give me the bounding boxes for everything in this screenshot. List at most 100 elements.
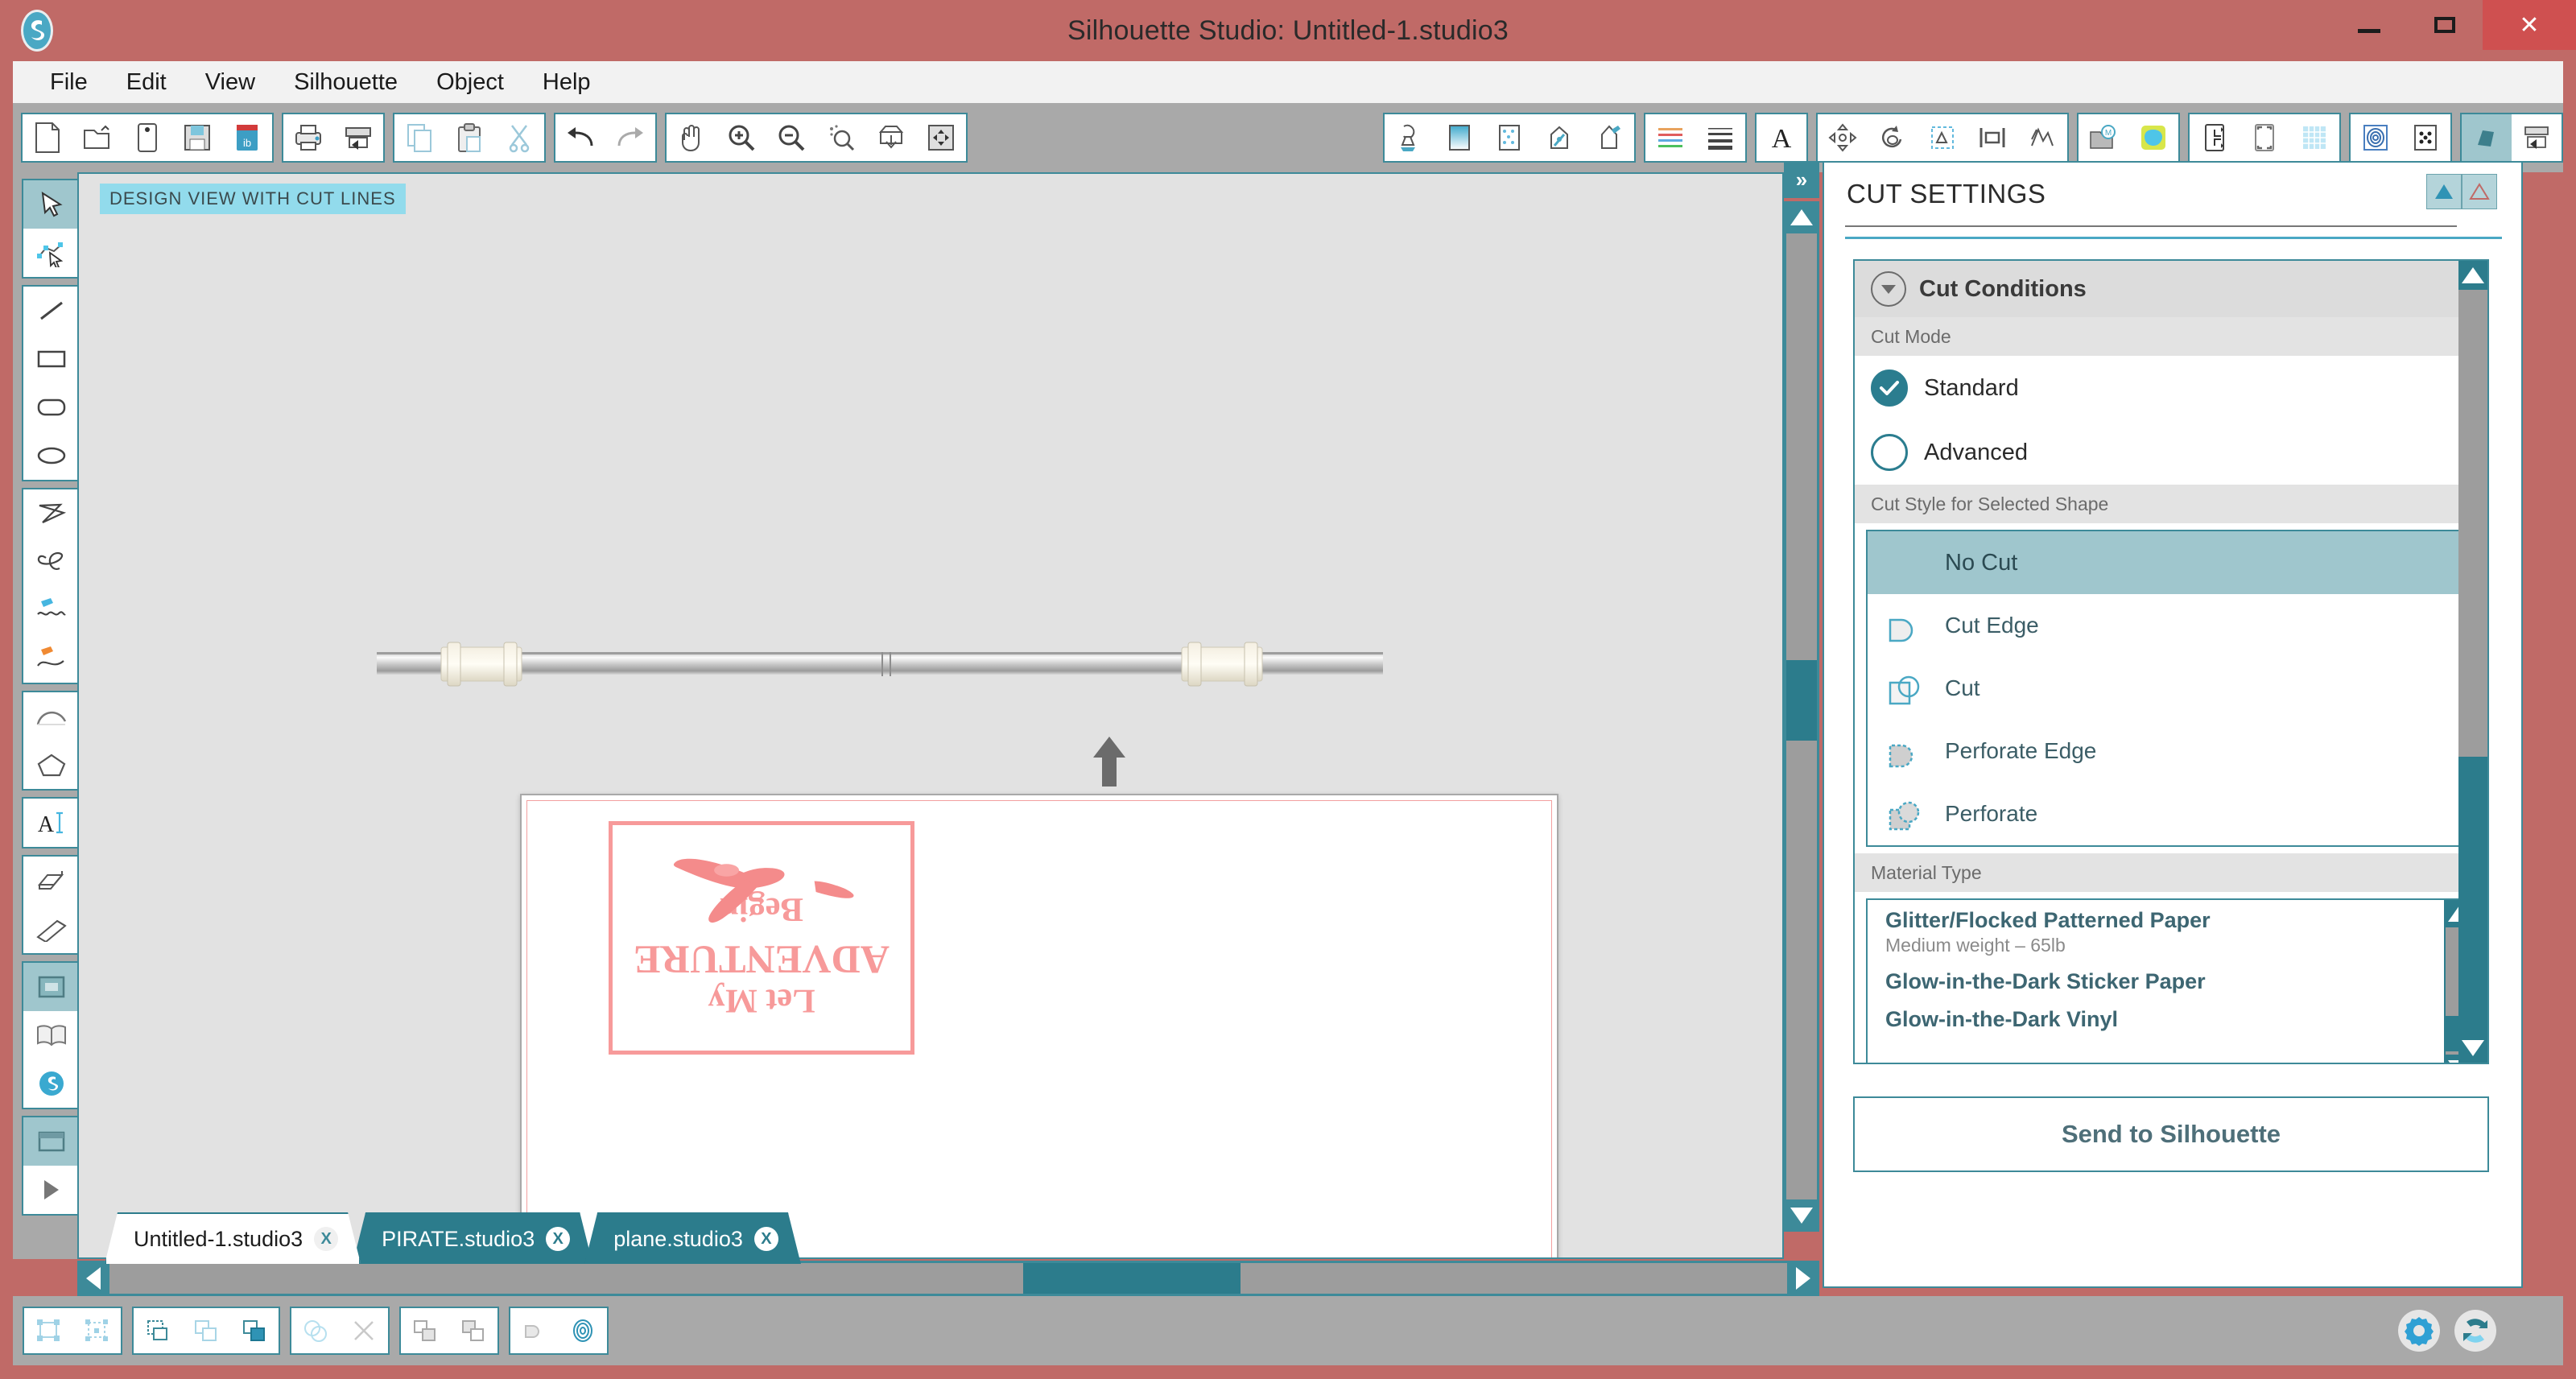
cut-style-cut[interactable]: Cut (1868, 657, 2475, 720)
new-document-icon[interactable] (23, 114, 72, 161)
group-icon[interactable] (24, 1308, 72, 1353)
paste-icon[interactable] (444, 114, 494, 161)
panel-scroll-down-button[interactable] (2458, 1034, 2487, 1063)
settings-gear-icon[interactable] (2396, 1307, 2442, 1354)
internal-offset-icon[interactable] (559, 1308, 607, 1353)
scroll-down-button[interactable] (1784, 1199, 1819, 1232)
menu-object[interactable]: Object (417, 69, 523, 96)
move-icon[interactable] (1818, 114, 1868, 161)
weld-icon[interactable] (291, 1308, 340, 1353)
cut-style-perforate[interactable]: Perforate (1868, 782, 2475, 845)
cut-mode-standard[interactable]: Standard (1855, 356, 2487, 420)
registration-marks-icon[interactable] (2240, 114, 2289, 161)
copy-icon[interactable] (394, 114, 444, 161)
scale-icon[interactable] (1918, 114, 1967, 161)
cutting-mat-page[interactable]: Let My ADVENTURE Begin (520, 794, 1558, 1257)
canvas-vertical-scrollbar[interactable] (1784, 201, 1819, 1232)
print-icon[interactable] (283, 114, 333, 161)
material-item[interactable]: Glow-in-the-Dark Sticker Paper (1868, 961, 2475, 999)
material-type-list[interactable]: Glitter/Flocked Patterned Paper Medium w… (1866, 898, 2476, 1063)
text-tool-icon[interactable]: A (23, 799, 80, 847)
rectangle-tool-icon[interactable] (23, 335, 80, 383)
trace-icon[interactable] (2401, 114, 2450, 161)
zoom-selection-icon[interactable] (816, 114, 866, 161)
canvas-horizontal-scrollbar[interactable] (77, 1261, 1819, 1296)
material-item[interactable]: Glow-in-the-Dark Vinyl (1868, 999, 2475, 1037)
pattern-fill-icon[interactable] (1484, 114, 1534, 161)
send-panel-icon[interactable] (23, 1117, 80, 1166)
grid-icon[interactable] (2289, 114, 2339, 161)
detach-icon[interactable] (340, 1308, 388, 1353)
arc-tool-icon[interactable] (23, 692, 80, 741)
horizontal-scroll-thumb[interactable] (1023, 1263, 1241, 1294)
line-thickness-icon[interactable] (1695, 114, 1745, 161)
select-arrow-icon[interactable] (23, 180, 80, 229)
caret-down-icon[interactable] (1871, 271, 1906, 307)
save-floppy-icon[interactable] (172, 114, 222, 161)
fill-color-icon[interactable] (1385, 114, 1435, 161)
align-icon[interactable] (1967, 114, 2017, 161)
store-globe-icon[interactable] (23, 1059, 80, 1108)
document-tab-untitled[interactable]: Untitled-1.studio3 X (105, 1212, 361, 1264)
menu-edit[interactable]: Edit (107, 69, 186, 96)
make-compound-path-icon[interactable] (134, 1308, 182, 1353)
document-tab-pirate[interactable]: PIRATE.studio3 X (353, 1212, 592, 1264)
document-tab-plane[interactable]: plane.studio3 X (584, 1212, 801, 1264)
menu-help[interactable]: Help (523, 69, 610, 96)
horizontal-scroll-track[interactable] (109, 1263, 1787, 1294)
cut-style-perforate-edge[interactable]: Perforate Edge (1868, 720, 2475, 782)
replicate-icon[interactable] (2017, 114, 2067, 161)
redo-arrow-icon[interactable] (605, 114, 655, 161)
cut-settings-icon[interactable] (2512, 114, 2562, 161)
ellipse-tool-icon[interactable] (23, 431, 80, 480)
maximize-button[interactable] (2407, 0, 2483, 50)
expand-panel-button[interactable]: » (1784, 161, 1819, 198)
zoom-out-icon[interactable] (766, 114, 816, 161)
cut-style-no-cut[interactable]: No Cut (1868, 531, 2475, 594)
send-arrow-icon[interactable] (23, 1166, 80, 1214)
save-to-library-icon[interactable]: ib (222, 114, 272, 161)
close-button[interactable]: ✕ (2483, 0, 2576, 50)
menu-file[interactable]: File (31, 69, 107, 96)
library-book-icon[interactable] (23, 1011, 80, 1059)
line-tool-icon[interactable] (23, 287, 80, 335)
page-setup-icon[interactable] (2190, 114, 2240, 161)
material-item[interactable]: Glitter/Flocked Patterned Paper Medium w… (1868, 900, 2475, 961)
send-to-back-icon[interactable] (230, 1308, 279, 1353)
draw-smooth-icon[interactable] (23, 634, 80, 683)
selected-design-shape[interactable]: Let My ADVENTURE Begin (609, 821, 914, 1055)
vertical-scroll-thumb[interactable] (1786, 660, 1817, 741)
panel-scroll-up-button[interactable] (2458, 261, 2487, 290)
draw-freehand-icon[interactable] (23, 586, 80, 634)
gradient-fill-icon[interactable] (1435, 114, 1484, 161)
design-canvas[interactable]: DESIGN VIEW WITH CUT LINES Let My ADVENT… (77, 172, 1784, 1259)
scroll-left-button[interactable] (77, 1261, 109, 1296)
document-tab-close-icon[interactable]: X (754, 1227, 778, 1251)
minimize-button[interactable] (2331, 0, 2407, 50)
scroll-right-button[interactable] (1787, 1261, 1819, 1296)
knife-tool-icon[interactable] (23, 905, 80, 953)
rounded-rectangle-tool-icon[interactable] (23, 383, 80, 431)
move-forward-icon[interactable] (401, 1308, 449, 1353)
design-page-icon[interactable] (23, 963, 80, 1011)
text-style-icon[interactable]: A (1757, 114, 1806, 161)
open-folder-icon[interactable] (72, 114, 122, 161)
sync-refresh-icon[interactable] (2452, 1307, 2499, 1354)
store-icon[interactable] (2128, 114, 2178, 161)
cut-conditions-header[interactable]: Cut Conditions (1855, 261, 2487, 317)
cut-mode-advanced[interactable]: Advanced (1855, 420, 2487, 485)
cut-scissors-icon[interactable] (494, 114, 544, 161)
ungroup-icon[interactable] (72, 1308, 121, 1353)
menu-silhouette[interactable]: Silhouette (275, 69, 417, 96)
panel-scroll-thumb[interactable] (2458, 290, 2487, 757)
fit-to-window-icon[interactable] (916, 114, 966, 161)
fit-to-page-icon[interactable] (866, 114, 916, 161)
offset-shape-icon[interactable] (510, 1308, 559, 1353)
open-recent-icon[interactable] (122, 114, 172, 161)
outline-triangle-icon[interactable] (2462, 174, 2497, 209)
sketch-pen-icon[interactable] (1584, 114, 1634, 161)
pan-hand-icon[interactable] (667, 114, 716, 161)
sketch-design-icon[interactable] (2462, 114, 2512, 161)
edit-points-icon[interactable] (23, 229, 80, 277)
eraser-tool-icon[interactable] (23, 857, 80, 905)
